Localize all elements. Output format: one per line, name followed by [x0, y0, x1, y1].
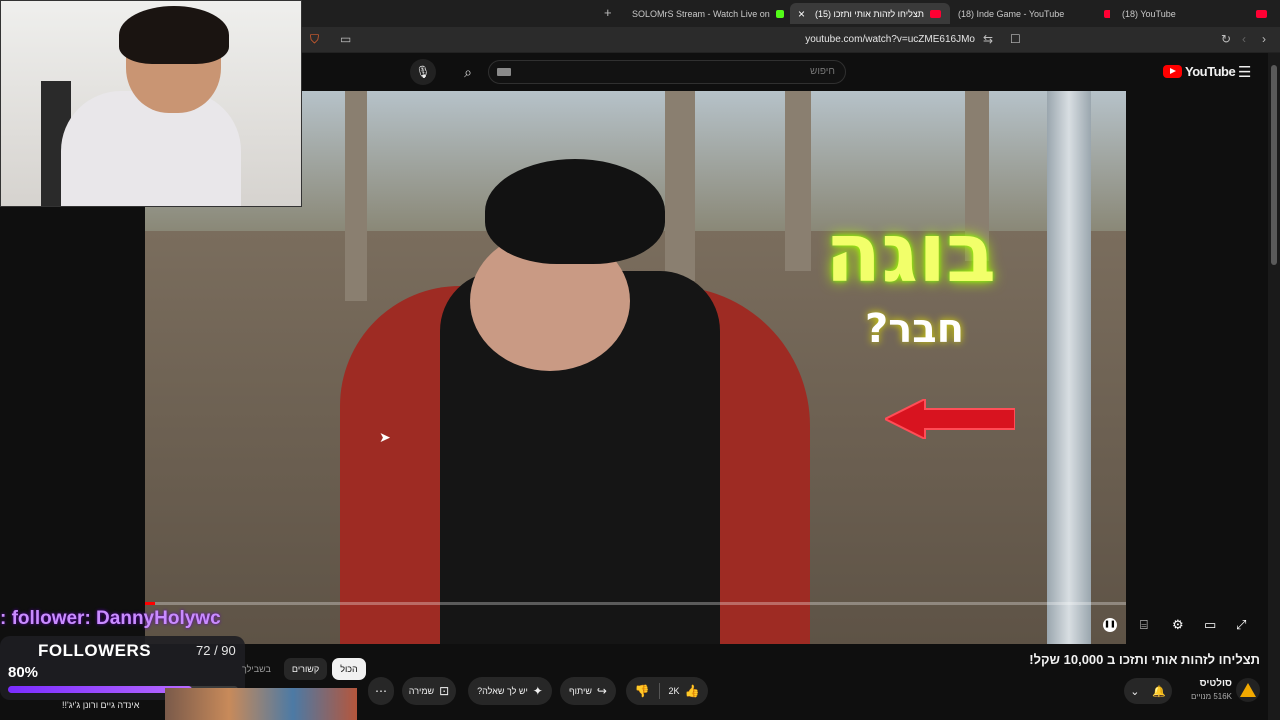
channel-info: ⌄ 🔔 סולטיס 516K מנויים — [1118, 676, 1268, 706]
channel-name[interactable]: סולטיס — [1176, 678, 1232, 689]
video-frame-person-hat — [485, 159, 665, 264]
chip-all[interactable]: הכול — [332, 658, 366, 680]
related-filter-chips: הכול קשורים בשבילך — [234, 658, 366, 680]
like-count: 2K — [668, 686, 680, 696]
kick-icon — [775, 9, 784, 18]
captions-button-icon[interactable]: ⌸ — [1140, 617, 1148, 633]
like-divider — [658, 683, 660, 699]
search-icon: ⌕ — [464, 64, 472, 80]
thumbnail-subtitle-text: חבר? — [865, 306, 965, 352]
video-progress-bar[interactable] — [145, 602, 1126, 605]
microphone-icon: 🎙 — [415, 65, 431, 79]
video-progress-fill — [145, 602, 155, 605]
video-frame-tree — [665, 91, 695, 281]
tab-label: SOLOMrS Stream - Watch Live on — [632, 8, 770, 19]
autoplay-toggle[interactable]: ❚❚ — [1103, 618, 1117, 632]
subscribed-bell-button[interactable]: ⌄ 🔔 — [1124, 678, 1172, 704]
video-frame-pole — [1047, 91, 1091, 644]
tab-inde-game[interactable]: (18) Inde Game - YouTube — [950, 3, 1110, 24]
brave-shield-icon[interactable]: ⛉ — [310, 32, 319, 47]
share-icon: ↪ — [596, 684, 607, 698]
hamburger-menu-icon[interactable]: ☰ — [1238, 63, 1251, 81]
video-actions: ⋯ ⊡ שמירה ✦ יש לך שאלה? ↪ שיתוף 👍 2K 👎 — [368, 677, 708, 705]
tab-label: (18) YouTube — [1122, 8, 1176, 19]
follower-goal-percent: 80% — [8, 664, 39, 681]
chip-for-you[interactable]: בשבילך — [234, 658, 279, 680]
channel-avatar[interactable] — [1236, 678, 1260, 702]
share-button[interactable]: ↪ שיתוף — [560, 677, 616, 705]
thumbnail-title-text: בוגה — [825, 206, 997, 301]
reader-icon[interactable]: ▭ — [340, 32, 351, 46]
search-input[interactable] — [535, 66, 835, 77]
follower-goal-count: 72 / 90 — [196, 643, 236, 658]
follower-goal-label: FOLLOWERS — [38, 641, 152, 660]
bell-icon: 🔔 — [1152, 685, 1166, 698]
like-dislike-group: 👍 2K 👎 — [626, 677, 708, 705]
tab-active-video[interactable]: × (15) תצליחו לזהות אותי ותזכו — [790, 3, 950, 24]
ask-button[interactable]: ✦ יש לך שאלה? — [468, 677, 552, 705]
bookmark-icon: ⊡ — [439, 684, 450, 698]
voice-search-button[interactable]: 🎙 — [410, 59, 436, 85]
youtube-play-icon — [1163, 65, 1182, 78]
video-frame-tree — [785, 91, 811, 271]
streamer-webcam-overlay — [0, 0, 302, 207]
keyboard-icon[interactable] — [497, 68, 511, 76]
tab-youtube[interactable]: (18) YouTube — [1114, 3, 1276, 24]
tab-solomrs-stream[interactable]: SOLOMrS Stream - Watch Live on — [624, 3, 784, 24]
tab-label: (18) Inde Game - YouTube — [958, 8, 1065, 19]
close-tab-icon[interactable]: × — [798, 7, 805, 21]
sparkle-icon: ✦ — [532, 684, 543, 698]
chip-related[interactable]: קשורים — [283, 658, 328, 680]
youtube-wordmark: YouTube — [1185, 64, 1236, 79]
dislike-icon[interactable]: 👎 — [635, 684, 650, 698]
expand-icon[interactable]: ⤢ — [1236, 617, 1246, 633]
red-arrow-graphic — [885, 399, 1015, 439]
new-tab-button[interactable]: + — [604, 5, 612, 20]
more-icon: ⋯ — [375, 684, 387, 698]
video-frame-tree — [345, 91, 367, 301]
youtube-logo[interactable]: YouTube — [1163, 64, 1236, 79]
like-icon[interactable]: 👍 — [685, 684, 700, 698]
ask-label: יש לך שאלה? — [477, 686, 528, 696]
theater-mode-icon[interactable]: ▭ — [1204, 617, 1216, 633]
more-actions-button[interactable]: ⋯ — [368, 677, 394, 705]
chevron-down-icon: ⌄ — [1130, 685, 1140, 698]
youtube-icon — [1255, 9, 1267, 18]
scrollbar-thumb[interactable] — [1271, 65, 1277, 265]
reload-icon[interactable]: ↻ — [1221, 32, 1231, 46]
save-label: שמירה — [408, 686, 435, 696]
player-settings-icon[interactable]: ⚙ — [1172, 617, 1184, 633]
back-icon[interactable]: ‹ — [1242, 32, 1246, 46]
follower-alert-ticker: : follower: DannyHolywc — [0, 608, 221, 629]
channel-subscribers: 516K מנויים — [1190, 692, 1232, 701]
bookmark-icon[interactable]: ☐ — [1010, 32, 1021, 46]
tab-label: (15) תצליחו לזהות אותי ותזכו — [815, 8, 924, 19]
video-title: תצליחו לזהות אותי ותזכו ב 10,000 שקל! — [1029, 652, 1260, 667]
recommended-video-title[interactable]: אינדה גיים ורונן ג'יג'!! — [62, 700, 139, 710]
forward-icon[interactable]: › — [1262, 32, 1266, 46]
youtube-icon — [930, 9, 941, 18]
search-button[interactable]: ⌕ — [455, 60, 481, 84]
url-field[interactable]: youtube.com/watch?v=ucZME616JMo — [770, 34, 975, 45]
share-label: שיתוף — [569, 686, 592, 696]
page-scrollbar[interactable] — [1268, 53, 1280, 720]
save-button[interactable]: ⊡ שמירה — [402, 677, 456, 705]
mouse-cursor-icon: ➤ — [379, 429, 391, 445]
tune-icon[interactable]: ⇆ — [983, 32, 993, 46]
recommended-video-thumbnail[interactable] — [165, 688, 357, 720]
youtube-icon — [1104, 9, 1110, 18]
search-box[interactable] — [488, 60, 846, 84]
webcam-person-hair — [119, 6, 229, 64]
